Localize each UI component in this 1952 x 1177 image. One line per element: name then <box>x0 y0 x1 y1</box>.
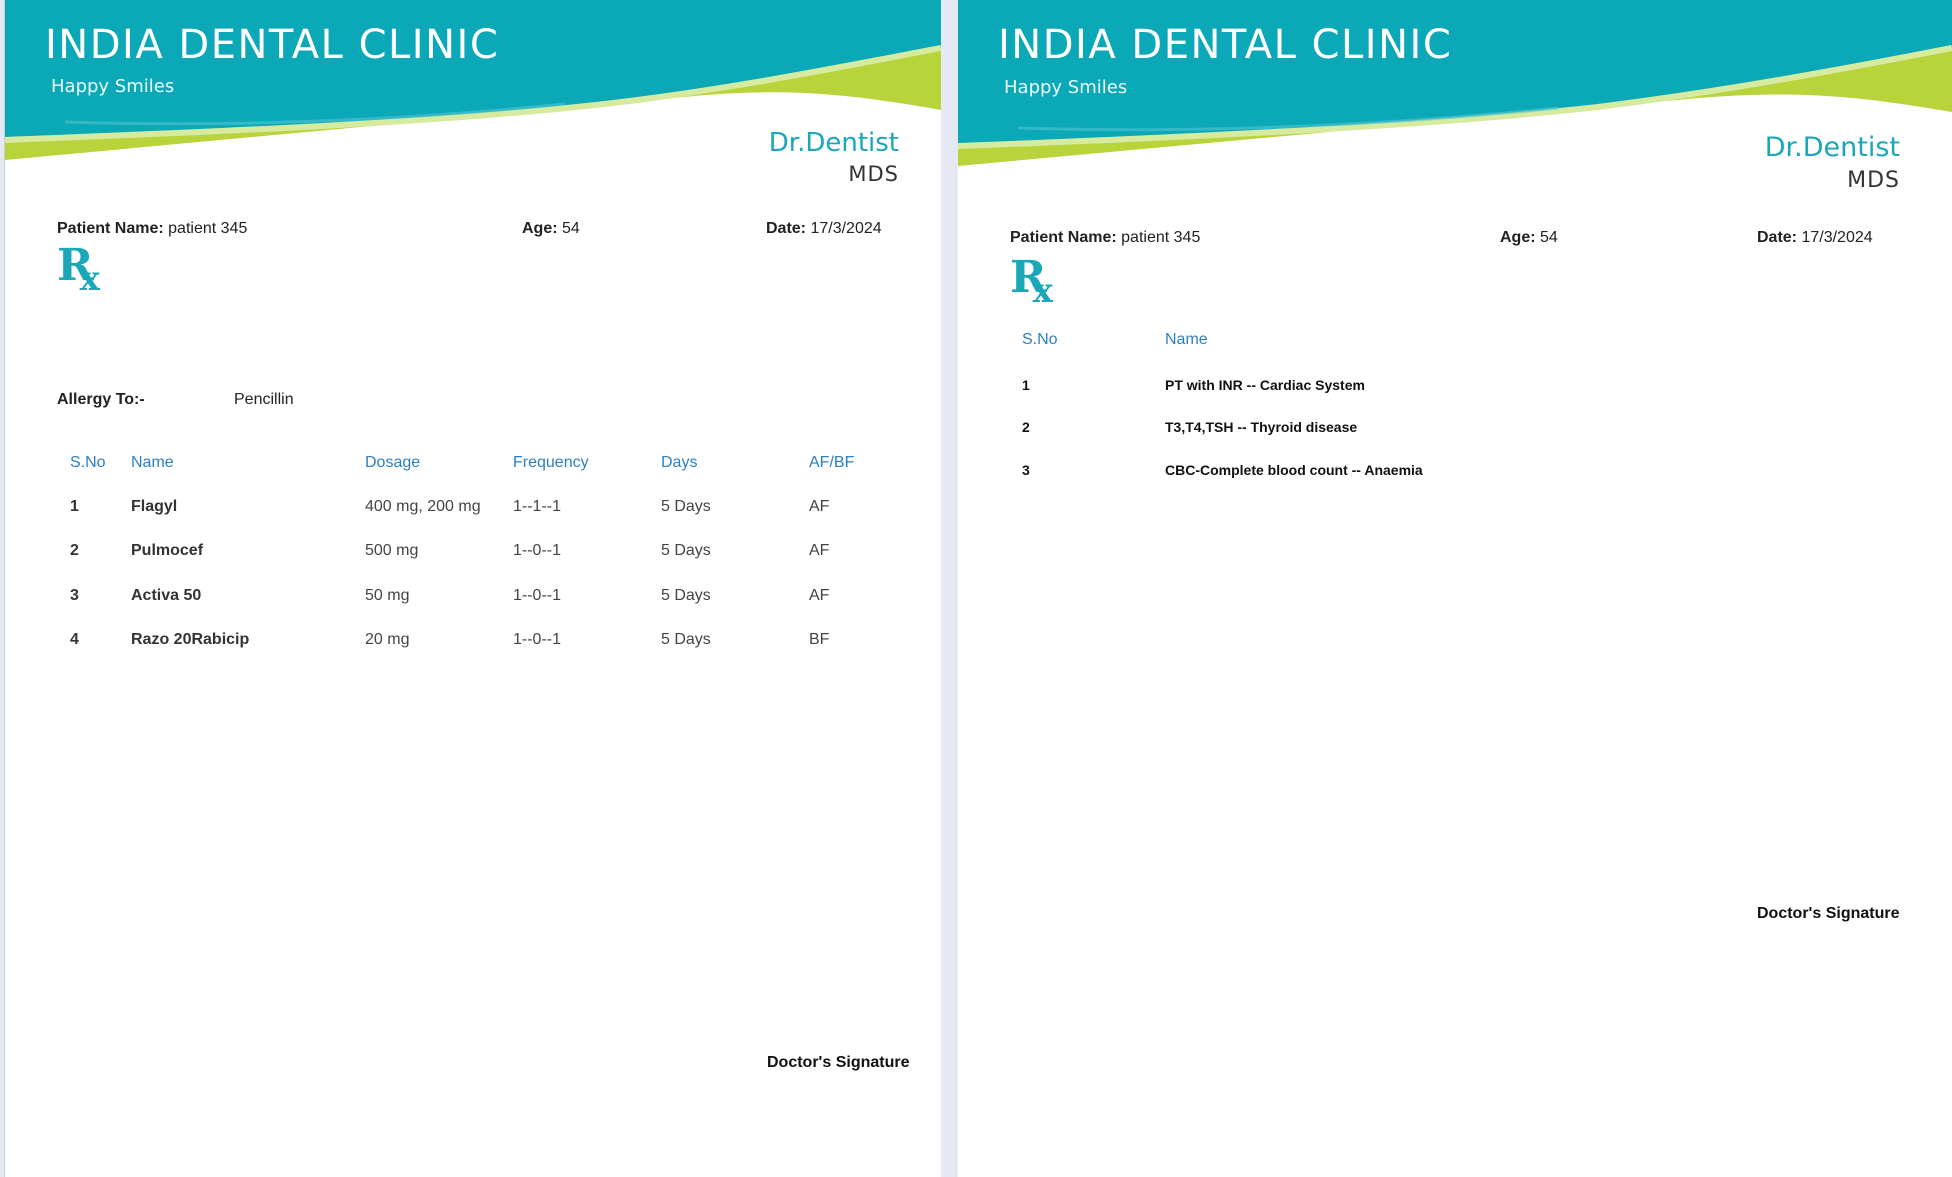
row-afbf: AF <box>809 542 830 559</box>
clinic-tagline: Happy Smiles <box>1004 77 1128 98</box>
row-days: 5 Days <box>661 631 711 648</box>
doctor-name: Dr.Dentist <box>1764 132 1900 163</box>
age-label: Age: <box>1500 229 1536 246</box>
patient-name-value: patient 345 <box>1121 229 1201 246</box>
row-dosage: 400 mg, 200 mg <box>365 498 481 515</box>
row-name: CBC-Complete blood count -- Anaemia <box>1165 462 1423 478</box>
row-dosage: 20 mg <box>365 631 410 648</box>
row-days: 5 Days <box>661 498 711 515</box>
clinic-tagline: Happy Smiles <box>51 76 175 97</box>
col-header-dosage: Dosage <box>365 454 421 471</box>
patient-name-label: Patient Name: <box>57 220 164 237</box>
row-afbf: AF <box>809 498 830 515</box>
age-label: Age: <box>522 220 558 237</box>
row-sno: 3 <box>1022 462 1030 478</box>
prescription-page: INDIA DENTAL CLINIC Happy Smiles Dr.Dent… <box>4 0 941 1177</box>
row-name: Pulmocef <box>131 542 204 559</box>
doctor-signature-label: Doctor's Signature <box>767 1054 910 1071</box>
row-frequency: 1--0--1 <box>513 542 562 559</box>
row-dosage: 500 mg <box>365 542 419 559</box>
row-frequency: 1--0--1 <box>513 587 562 604</box>
doctor-signature-label: Doctor's Signature <box>1757 905 1900 922</box>
date-value: 17/3/2024 <box>810 220 882 237</box>
row-sno: 3 <box>70 587 79 604</box>
row-sno: 1 <box>1022 377 1030 393</box>
clinic-name: INDIA DENTAL CLINIC <box>998 22 1453 68</box>
patient-name-label: Patient Name: <box>1010 229 1117 246</box>
date-label: Date: <box>1757 229 1798 246</box>
date-label: Date: <box>766 220 807 237</box>
age-field: Age: 54 <box>522 220 580 238</box>
row-afbf: AF <box>809 587 830 604</box>
allergy-value: Pencillin <box>234 391 294 408</box>
col-header-name: Name <box>1165 331 1208 348</box>
col-header-sno: S.No <box>1022 331 1058 348</box>
doctor-degree: MDS <box>1847 168 1900 193</box>
lab-tests-page: INDIA DENTAL CLINIC Happy Smiles Dr.Dent… <box>958 0 1952 1177</box>
row-afbf: BF <box>809 631 830 648</box>
doctor-degree: MDS <box>848 162 899 186</box>
row-frequency: 1--0--1 <box>513 631 562 648</box>
rx-icon: Rx <box>1010 252 1053 311</box>
row-sno: 2 <box>70 542 79 559</box>
age-value: 54 <box>562 220 580 237</box>
row-sno: 1 <box>70 498 79 515</box>
row-name: PT with INR -- Cardiac System <box>1165 377 1365 393</box>
row-sno: 4 <box>70 631 79 648</box>
allergy-label: Allergy To:- <box>57 391 145 408</box>
patient-name-value: patient 345 <box>168 220 248 237</box>
col-header-frequency: Frequency <box>513 454 589 471</box>
date-field: Date: 17/3/2024 <box>1757 229 1873 247</box>
age-field: Age: 54 <box>1500 229 1558 247</box>
row-dosage: 50 mg <box>365 587 410 604</box>
col-header-days: Days <box>661 454 698 471</box>
row-days: 5 Days <box>661 542 711 559</box>
row-days: 5 Days <box>661 587 711 604</box>
col-header-sno: S.No <box>70 454 106 471</box>
row-name: Flagyl <box>131 498 178 515</box>
col-header-name: Name <box>131 454 174 471</box>
rx-icon: Rx <box>57 240 100 299</box>
doctor-name: Dr.Dentist <box>768 128 899 158</box>
date-value: 17/3/2024 <box>1801 229 1873 246</box>
row-name: Activa 50 <box>131 587 202 604</box>
row-frequency: 1--1--1 <box>513 498 562 515</box>
row-name: T3,T4,TSH -- Thyroid disease <box>1165 419 1358 435</box>
row-name: Razo 20Rabicip <box>131 631 250 648</box>
clinic-name: INDIA DENTAL CLINIC <box>45 22 500 68</box>
date-field: Date: 17/3/2024 <box>766 220 882 238</box>
age-value: 54 <box>1540 229 1558 246</box>
patient-name-field: Patient Name: patient 345 <box>57 220 247 238</box>
row-sno: 2 <box>1022 419 1030 435</box>
col-header-afbf: AF/BF <box>809 454 855 471</box>
patient-name-field: Patient Name: patient 345 <box>1010 229 1200 247</box>
